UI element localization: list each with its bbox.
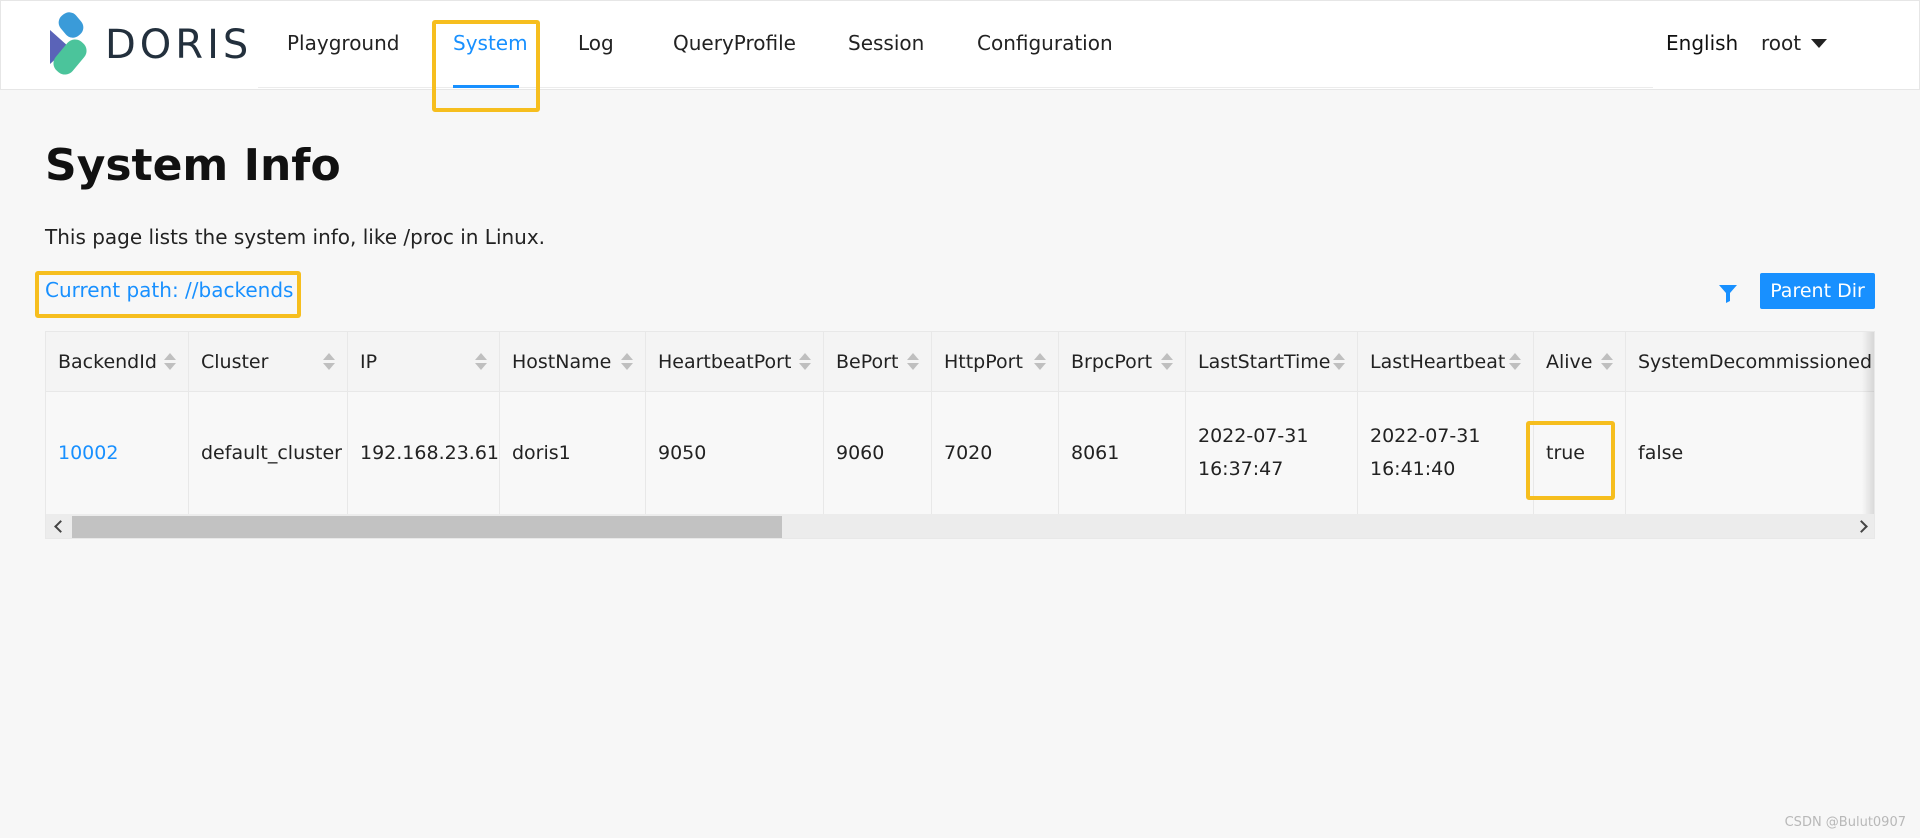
last-heartbeat: 2022-07-31 16:41:40 bbox=[1370, 425, 1481, 480]
table-row: 10002 default_cluster 192.168.23.61 dori… bbox=[46, 392, 1874, 514]
current-path-link[interactable]: Current path: //backends bbox=[45, 278, 293, 302]
backends-table: BackendId Cluster IP HostName HeartbeatP… bbox=[45, 331, 1875, 539]
parent-dir-button[interactable]: Parent Dir bbox=[1760, 273, 1875, 309]
table-cell: doris1 bbox=[500, 392, 646, 514]
nav-queryprofile[interactable]: QueryProfile bbox=[673, 31, 796, 59]
scrollbar-thumb[interactable] bbox=[72, 516, 782, 538]
table-cell: 2022-07-31 16:37:47 bbox=[1186, 392, 1358, 514]
sort-icon[interactable] bbox=[323, 353, 335, 371]
column-header[interactable]: Cluster bbox=[189, 332, 348, 392]
active-nav-indicator bbox=[453, 85, 519, 88]
scroll-shadow bbox=[1862, 332, 1874, 514]
sort-icon[interactable] bbox=[475, 353, 487, 371]
last-start-time: 2022-07-31 16:37:47 bbox=[1198, 425, 1309, 480]
column-header[interactable]: LastHeartbeat bbox=[1358, 332, 1534, 392]
sort-icon[interactable] bbox=[799, 353, 811, 371]
column-header[interactable]: HostName bbox=[500, 332, 646, 392]
sort-icon[interactable] bbox=[164, 353, 176, 371]
sort-icon[interactable] bbox=[1161, 353, 1173, 371]
column-header[interactable]: IP bbox=[348, 332, 500, 392]
nav-playground[interactable]: Playground bbox=[287, 31, 399, 59]
sort-icon[interactable] bbox=[1601, 353, 1613, 371]
table-cell: 2022-07-31 16:41:40 bbox=[1358, 392, 1534, 514]
nav-system[interactable]: System bbox=[453, 31, 528, 59]
sort-icon[interactable] bbox=[907, 353, 919, 371]
table-header: BackendId Cluster IP HostName HeartbeatP… bbox=[46, 332, 1874, 392]
table-cell: 9060 bbox=[824, 392, 932, 514]
sort-icon[interactable] bbox=[1509, 353, 1521, 371]
caret-down-icon bbox=[1811, 38, 1828, 48]
table-cell: 7020 bbox=[932, 392, 1059, 514]
page-title: System Info bbox=[45, 140, 341, 191]
column-header[interactable]: BrpcPort bbox=[1059, 332, 1186, 392]
sort-icon[interactable] bbox=[1333, 353, 1345, 371]
nav-log[interactable]: Log bbox=[578, 31, 614, 59]
column-header[interactable]: LastStartTime bbox=[1186, 332, 1358, 392]
table-cell: 9050 bbox=[646, 392, 824, 514]
column-header[interactable]: SystemDecommissioned bbox=[1626, 332, 1874, 392]
table-cell: true bbox=[1534, 392, 1626, 514]
scroll-left-icon[interactable] bbox=[54, 520, 67, 533]
table-cell: default_cluster bbox=[189, 392, 348, 514]
doris-logo-icon bbox=[50, 12, 87, 75]
nav-session[interactable]: Session bbox=[848, 31, 924, 59]
doris-logo[interactable]: DORIS bbox=[47, 7, 257, 83]
language-switch[interactable]: English bbox=[1666, 31, 1738, 55]
column-header[interactable]: BackendId bbox=[46, 332, 189, 392]
user-name: root bbox=[1761, 31, 1802, 55]
sort-icon[interactable] bbox=[1034, 353, 1046, 371]
page-description: This page lists the system info, like /p… bbox=[45, 225, 546, 249]
table-cell: false bbox=[1626, 392, 1874, 514]
backend-id-link[interactable]: 10002 bbox=[46, 392, 189, 514]
column-header[interactable]: HeartbeatPort bbox=[646, 332, 824, 392]
horizontal-scrollbar[interactable] bbox=[46, 514, 1874, 538]
filter-icon[interactable] bbox=[1717, 282, 1739, 304]
brand-name: DORIS bbox=[105, 22, 253, 68]
top-navbar: DORIS Playground System Log QueryProfile… bbox=[0, 0, 1920, 90]
nav-configuration[interactable]: Configuration bbox=[977, 31, 1113, 59]
watermark: CSDN @Bulut0907 bbox=[1784, 815, 1906, 830]
table-cell: 8061 bbox=[1059, 392, 1186, 514]
scroll-right-icon[interactable] bbox=[1855, 520, 1868, 533]
user-menu[interactable]: root bbox=[1761, 31, 1828, 55]
column-header[interactable]: HttpPort bbox=[932, 332, 1059, 392]
column-header[interactable]: BePort bbox=[824, 332, 932, 392]
column-header[interactable]: Alive bbox=[1534, 332, 1626, 392]
table-cell: 192.168.23.61 bbox=[348, 392, 500, 514]
sort-icon[interactable] bbox=[621, 353, 633, 371]
